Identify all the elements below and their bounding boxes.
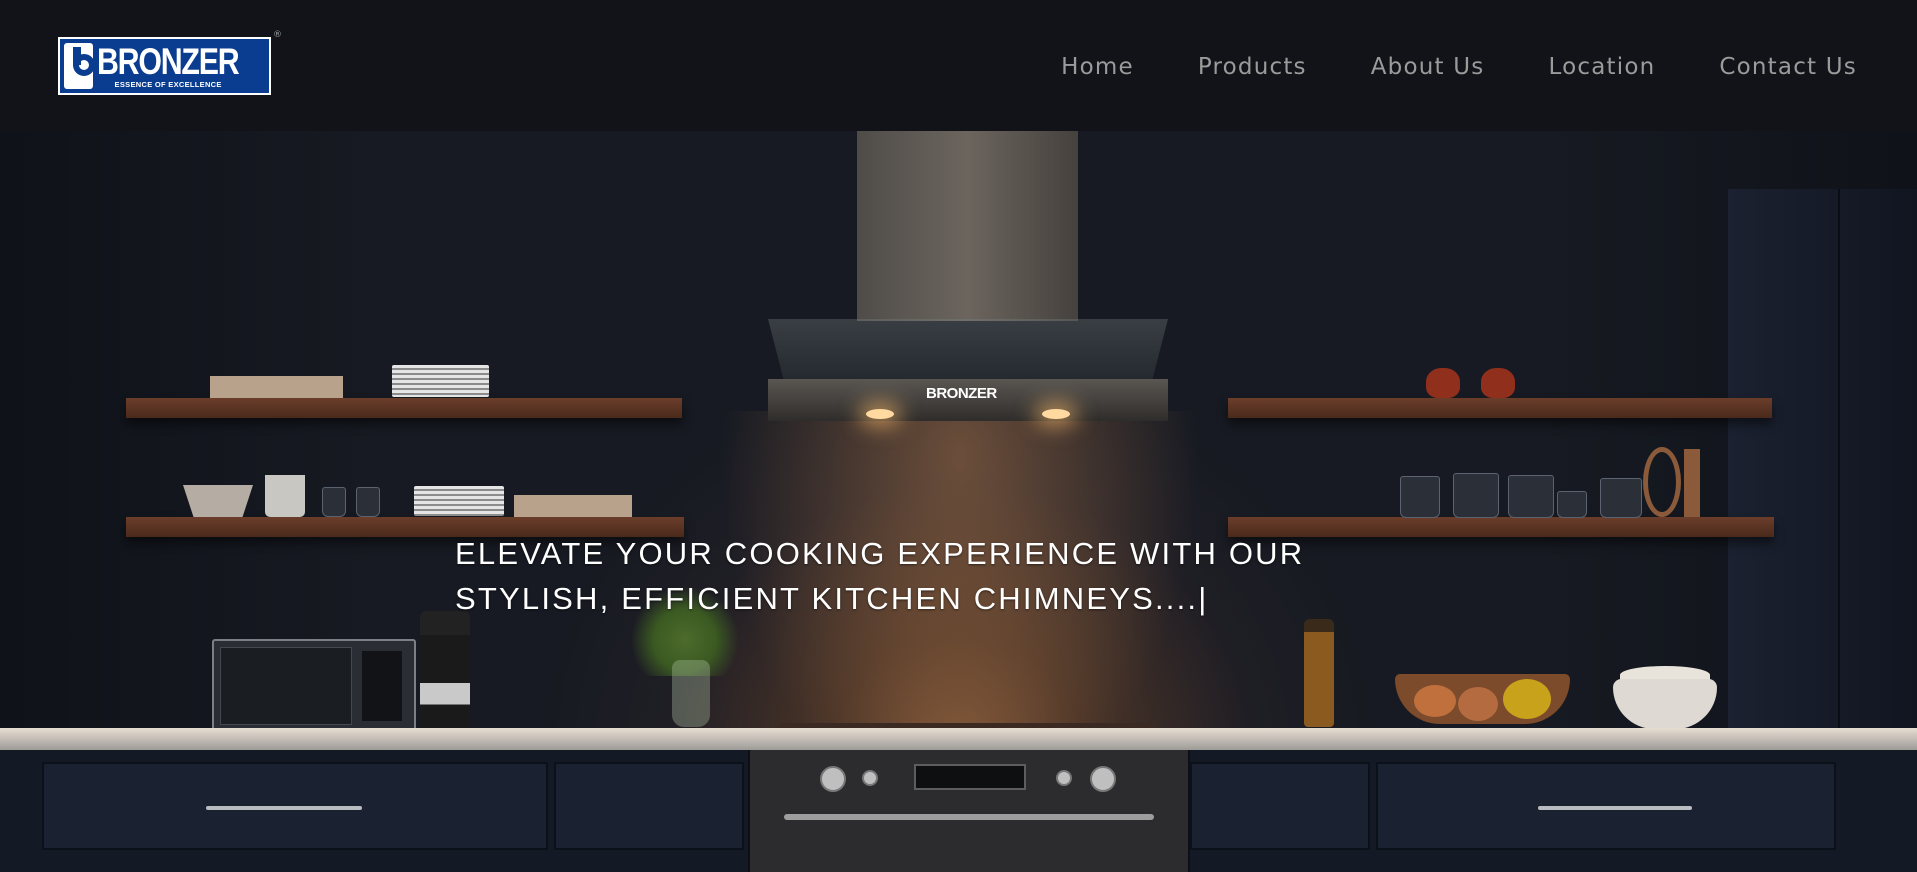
fruit-image xyxy=(1414,685,1456,717)
glass-image xyxy=(322,487,346,517)
hero-headline: ELEVATE YOUR COOKING EXPERIENCE WITH OUR… xyxy=(455,531,1355,621)
nav-contact-us-link[interactable]: Contact Us xyxy=(1719,53,1857,81)
vase-image xyxy=(1426,368,1460,398)
glass-image xyxy=(356,487,380,517)
glassware-image xyxy=(1600,478,1642,518)
cabinet-handle xyxy=(206,806,362,810)
cup-image xyxy=(265,475,305,517)
hood-brand-label: BRONZER xyxy=(926,385,997,402)
hero-banner: BRONZER ELEVATE YOUR COOKING EXPERIENCE … xyxy=(0,131,1917,872)
oven-knob xyxy=(820,766,846,792)
countertop xyxy=(0,728,1917,750)
chimney-glass-canopy xyxy=(768,319,1168,381)
refrigerator-image xyxy=(1728,189,1917,749)
plate-stack-image xyxy=(414,486,504,516)
decor-image xyxy=(1684,449,1700,517)
hero-headline-line2: STYLISH, EFFICIENT KITCHEN CHIMNEYS....| xyxy=(455,581,1209,616)
main-nav: Home Products About Us Location Contact … xyxy=(997,53,1857,81)
shelf-right-upper xyxy=(1228,398,1772,418)
vase-glass-image xyxy=(672,660,710,727)
fruit-image xyxy=(1503,679,1551,719)
glassware-image xyxy=(1400,476,1440,518)
oven-knob xyxy=(1090,766,1116,792)
oven-knob xyxy=(862,770,878,786)
oven-image xyxy=(748,750,1190,872)
brand-logo[interactable]: BRONZER ESSENCE OF EXCELLENCE xyxy=(58,37,271,95)
nav-location-link[interactable]: Location xyxy=(1548,53,1655,81)
hero-headline-line1: ELEVATE YOUR COOKING EXPERIENCE WITH OUR xyxy=(455,536,1305,571)
bottle-image xyxy=(420,611,470,731)
glassware-image xyxy=(1557,491,1587,518)
nav-products-link[interactable]: Products xyxy=(1198,53,1307,81)
hood-lamp-right xyxy=(1042,409,1070,419)
bowl-image xyxy=(183,485,253,517)
brand-logo-icon xyxy=(64,43,95,89)
nav-about-us-link[interactable]: About Us xyxy=(1371,53,1485,81)
plate-stack-image xyxy=(392,365,489,397)
site-header: BRONZER ESSENCE OF EXCELLENCE ® Home Pro… xyxy=(0,0,1917,131)
brand-name: BRONZER xyxy=(96,40,240,82)
lower-cabinets xyxy=(0,750,1917,872)
glassware-image xyxy=(1453,473,1499,518)
fruit-image xyxy=(1458,687,1498,721)
oil-bottle-image xyxy=(1304,619,1334,727)
registered-mark: ® xyxy=(273,30,282,40)
cabinet-handle xyxy=(1538,806,1692,810)
hood-lamp-left xyxy=(866,409,894,419)
nav-home-link[interactable]: Home xyxy=(1061,53,1134,81)
boards-image xyxy=(514,495,632,517)
oven-knob xyxy=(1056,770,1072,786)
oven-display xyxy=(914,764,1026,790)
oven-handle xyxy=(784,814,1154,820)
chimney-duct-image xyxy=(857,131,1078,321)
shelf-left-upper xyxy=(126,398,682,418)
glassware-image xyxy=(1508,475,1554,518)
books-image xyxy=(210,376,343,398)
mirror-image xyxy=(1643,447,1681,517)
microwave-image xyxy=(212,639,416,735)
vase-image xyxy=(1481,368,1515,398)
